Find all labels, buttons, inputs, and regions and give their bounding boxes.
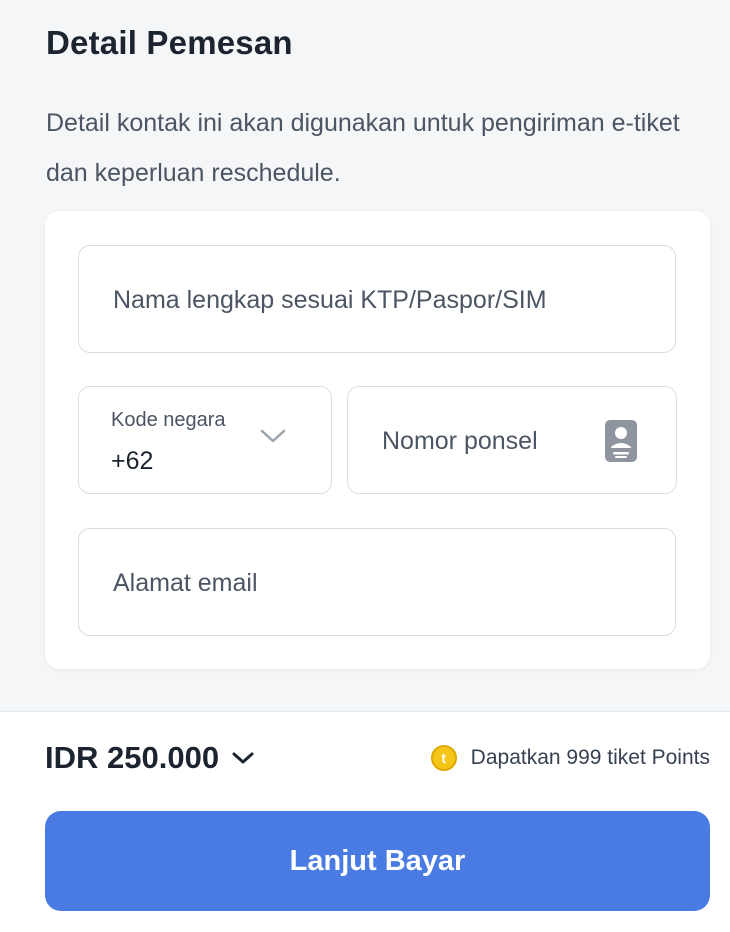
price-summary-toggle[interactable]: IDR 250.000 [45, 740, 255, 776]
full-name-input[interactable] [111, 246, 647, 354]
email-field[interactable] [78, 528, 676, 637]
section-description: Detail kontak ini akan digunakan untuk p… [46, 109, 680, 187]
phone-field[interactable] [347, 386, 677, 495]
price-value: IDR 250.000 [45, 740, 220, 775]
country-code-value: +62 [111, 447, 154, 475]
contact-book-icon[interactable] [604, 419, 638, 463]
section-title: Detail Pemesan [46, 24, 293, 61]
full-name-field[interactable] [78, 245, 676, 354]
divider [0, 711, 730, 712]
tiket-points-coin-icon: t [430, 745, 457, 771]
continue-payment-button[interactable]: Lanjut Bayar [45, 811, 710, 911]
chevron-down-icon [232, 752, 254, 764]
points-info: t Dapatkan 999 tiket Points [430, 745, 710, 771]
email-input[interactable] [111, 529, 647, 637]
country-code-label: Kode negara [111, 409, 226, 431]
country-code-select[interactable]: Kode negara +62 [78, 386, 332, 494]
phone-input[interactable] [380, 387, 604, 495]
points-text: Dapatkan 999 tiket Points [470, 746, 710, 769]
chevron-down-icon [260, 429, 286, 443]
contact-form-card: Kode negara +62 [45, 211, 710, 669]
